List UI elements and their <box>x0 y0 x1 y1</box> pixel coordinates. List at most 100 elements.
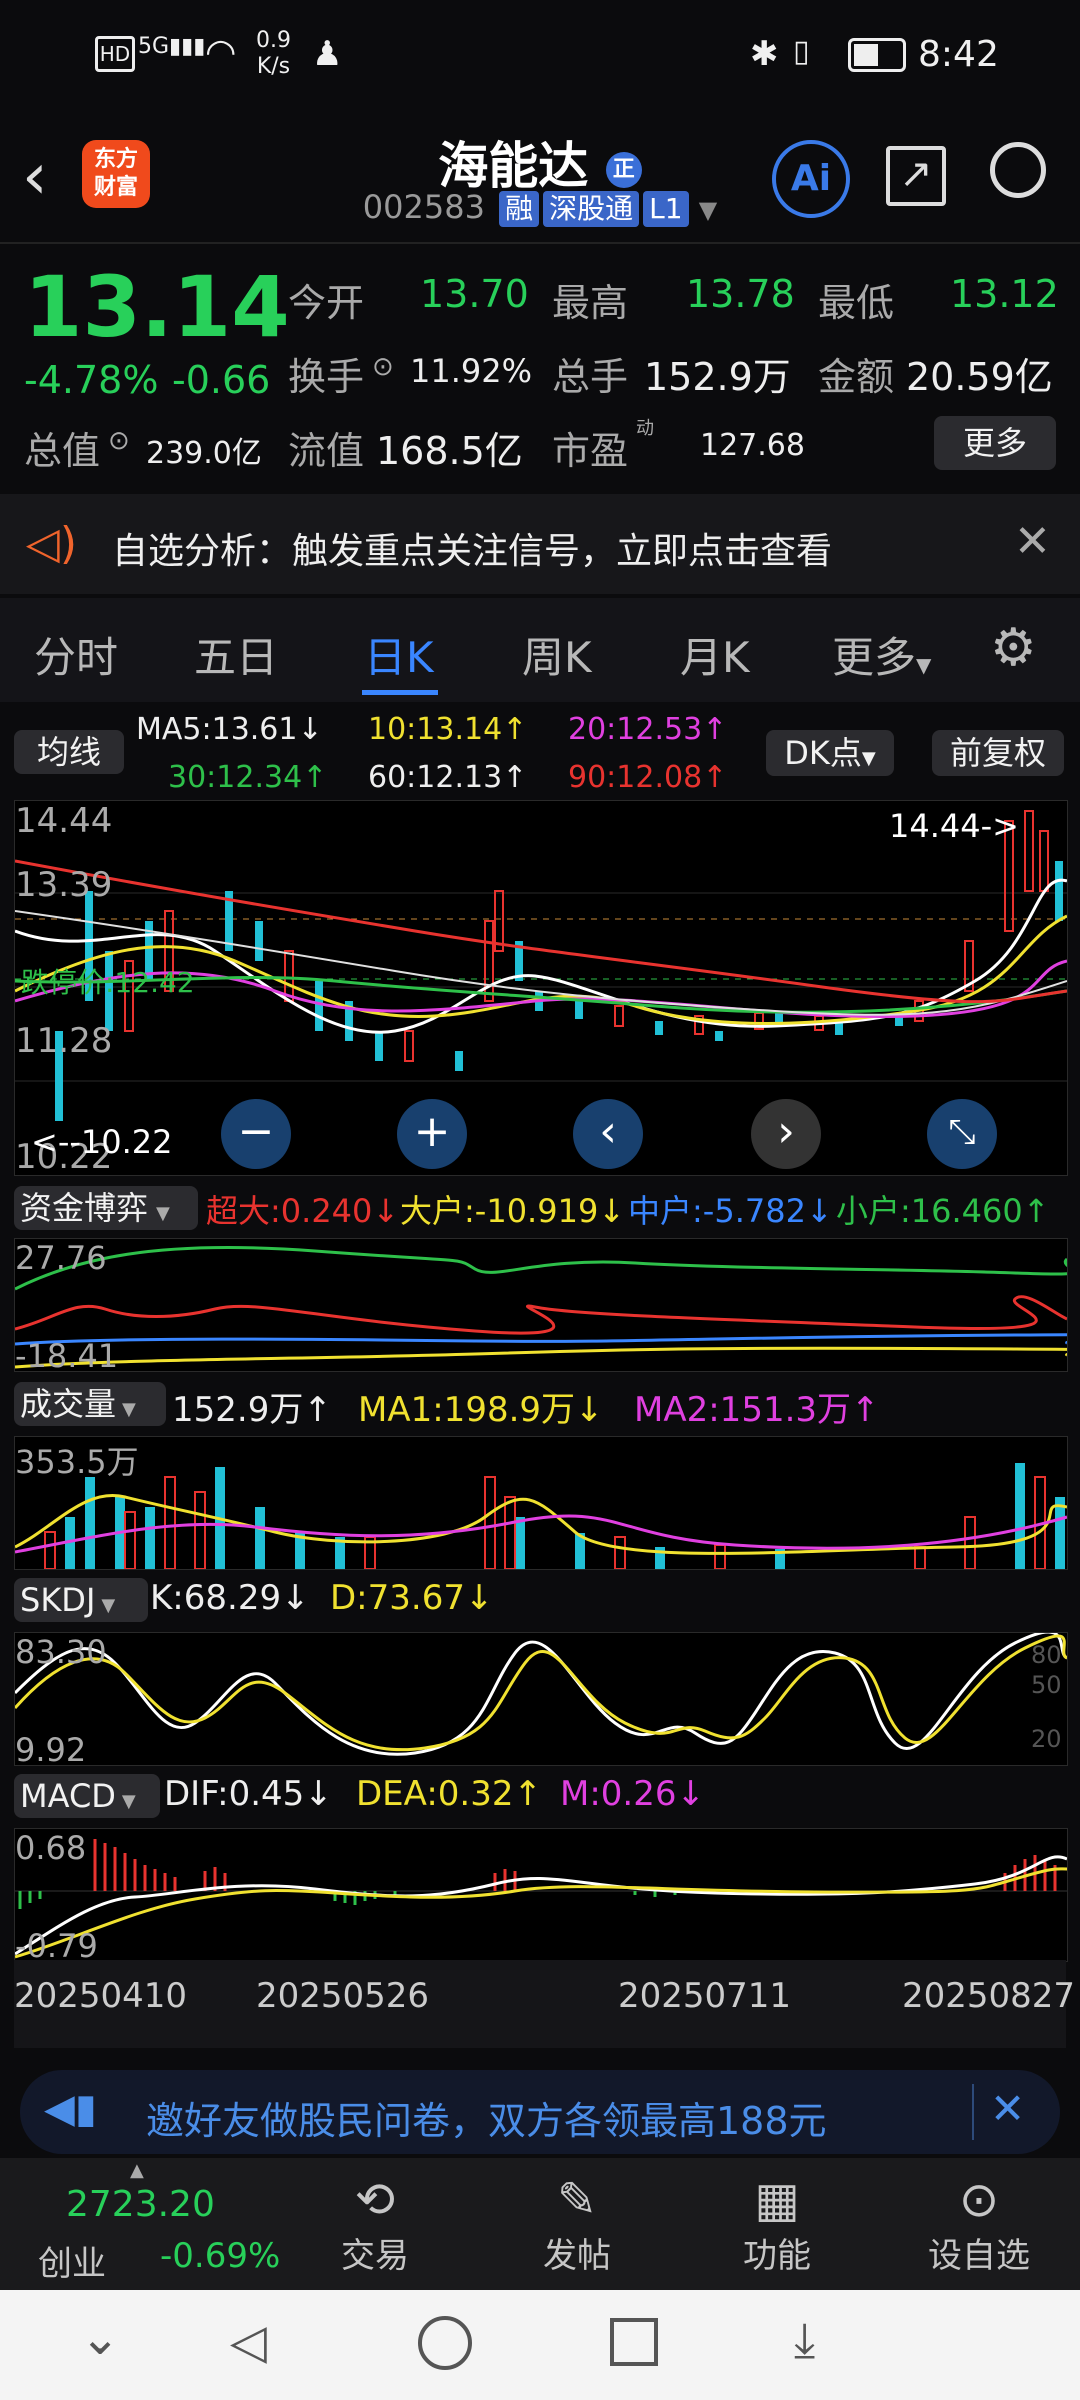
low-value: 13.12 <box>950 272 1059 316</box>
ma-selector[interactable]: 均线 <box>14 730 124 774</box>
tab-daily-k[interactable]: 日K <box>364 624 434 685</box>
fullscreen-icon[interactable]: ⤡ <box>927 1099 997 1169</box>
skdj-chart[interactable]: 83.30 9.92 80 50 20 <box>13 1630 1068 1769</box>
pe-label: 市盈 <box>552 429 629 473</box>
change-amount: -0.66 <box>172 358 271 402</box>
back-triangle-icon[interactable]: ◁ <box>230 2314 267 2370</box>
banner-divider <box>972 2084 974 2140</box>
ma-selector-label: 均线 <box>36 733 101 771</box>
fund-flow-selector[interactable]: 资金博弈 ▼ <box>14 1186 198 1230</box>
status-bar: HD 5G▮▮▮ ◠ 0.9 K/s ♟ ✱ ▯ 8:42 <box>0 0 1080 110</box>
ma90-legend: 90:12.08↑ <box>568 760 728 795</box>
close-icon[interactable]: ✕ <box>1014 516 1051 567</box>
network-speed: 0.9 K/s <box>256 28 291 80</box>
more-button[interactable]: 更多 <box>934 416 1056 470</box>
scroll-right-button[interactable]: › <box>751 1099 821 1169</box>
info-icon[interactable]: ⊙ <box>108 426 130 456</box>
notice-bar[interactable]: ◁) 自选分析：触发重点关注信号，立即点击查看 ✕ <box>0 494 1080 594</box>
volume-selector-label: 成交量 <box>20 1385 117 1423</box>
invite-banner[interactable]: ◀▮ 邀好友做股民问卷，双方各领最高188元 ✕ <box>20 2070 1060 2154</box>
battery-icon <box>848 38 906 72</box>
close-icon[interactable]: ✕ <box>990 2084 1025 2133</box>
tab-more[interactable]: 更多▼ <box>832 624 931 685</box>
info-icon[interactable]: ⊙ <box>372 352 394 382</box>
download-icon[interactable]: ⤓ <box>794 2312 815 2369</box>
skdj-selector[interactable]: SKDJ ▼ <box>14 1578 148 1622</box>
kline-chart[interactable]: 14.44 13.39 11.28 10.22 跌停价:12.42 14.44-… <box>14 800 1068 1177</box>
volume-label: 总手 <box>552 355 629 399</box>
more-circle-icon: ⊙ <box>958 2172 1000 2228</box>
zoom-in-button[interactable]: + <box>397 1099 467 1169</box>
skdj-svg <box>13 1630 1068 1756</box>
network-speed-unit: K/s <box>256 54 291 79</box>
date-label-1: 20250410 <box>14 1976 188 2016</box>
skdj-y-top: 83.30 <box>15 1633 107 1671</box>
scroll-left-button[interactable]: ‹ <box>573 1099 643 1169</box>
volume-legend: 152.9万↑ <box>172 1390 332 1430</box>
macd-selector[interactable]: MACD ▼ <box>14 1774 160 1818</box>
caret-down-icon: ▼ <box>916 653 932 677</box>
skdj-k-legend: K:68.29↓ <box>150 1578 310 1618</box>
mid-legend: 中户:-5.782↓ <box>628 1192 833 1230</box>
index-value: 2723.20 <box>66 2184 215 2225</box>
dk-point-button[interactable]: DK点▼ <box>766 730 894 776</box>
recents-icon[interactable] <box>610 2318 658 2366</box>
add-watchlist-button[interactable]: ⊙ 设自选 <box>914 2172 1044 2277</box>
volume-chart[interactable]: 353.5万 <box>14 1436 1068 1570</box>
tab-five-day[interactable]: 五日 <box>194 624 278 685</box>
wifi-icon: ◠ <box>205 32 237 73</box>
ma10-legend: 10:13.14↑ <box>368 712 528 747</box>
fund-flow-svg <box>14 1245 1080 1369</box>
post-label: 发帖 <box>543 2236 611 2276</box>
ai-button[interactable]: Ai <box>772 140 850 218</box>
volume-ma2-legend: MA2:151.3万↑ <box>634 1390 880 1430</box>
macd-svg <box>14 1839 1068 1959</box>
dk-point-label: DK点 <box>784 734 862 772</box>
zoom-out-button[interactable]: − <box>221 1099 291 1169</box>
volume-selector[interactable]: 成交量 ▼ <box>14 1382 166 1426</box>
functions-button[interactable]: ▦ 功能 <box>712 2172 842 2277</box>
fund-flow-selector-label: 资金博弈 <box>20 1189 149 1227</box>
total-mv-value: 239.0亿 <box>146 436 262 471</box>
index-ticker[interactable]: ▲ 2723.20 创业 -0.69% <box>0 2158 280 2290</box>
badge-level[interactable]: L1 <box>643 191 689 227</box>
index-change: -0.69% <box>160 2236 281 2276</box>
trade-button[interactable]: ⟲ 交易 <box>310 2172 440 2277</box>
stock-name-text: 海能达 <box>438 137 589 195</box>
float-mv-label: 流值 <box>288 429 365 473</box>
macd-dea-legend: DEA:0.32↑ <box>356 1774 542 1814</box>
search-icon[interactable] <box>990 142 1046 198</box>
functions-label: 功能 <box>743 2236 811 2276</box>
fund-flow-chart[interactable]: 27.76 -18.41 <box>14 1238 1080 1375</box>
limit-down-label: 跌停价:12.42 <box>21 966 195 999</box>
date-label-4: 20250827 <box>902 1976 1076 2016</box>
fund-flow-y-bottom: -18.41 <box>15 1337 119 1375</box>
min-price-marker: <--10.22 <box>31 1123 173 1161</box>
caret-up-icon: ▲ <box>130 2160 144 2181</box>
share-icon[interactable]: ↗ <box>886 146 946 206</box>
volume-y-top: 353.5万 <box>15 1443 139 1481</box>
skdj-y-bottom: 9.92 <box>15 1731 87 1769</box>
system-nav-bar: ⌄ ◁ ⤓ <box>0 2290 1080 2400</box>
ma60-legend: 60:12.13↑ <box>368 760 528 795</box>
settings-gear-icon[interactable]: ⚙ <box>990 618 1037 678</box>
tab-indicator <box>362 690 438 695</box>
high-value: 13.78 <box>686 272 795 316</box>
tab-more-label: 更多 <box>832 633 917 682</box>
yen-cycle-icon: ⟲ <box>354 2172 396 2228</box>
megaphone-icon: ◀▮ <box>44 2086 97 2132</box>
y-axis-top: 14.44 <box>15 801 113 841</box>
tab-weekly-k[interactable]: 周K <box>522 624 592 685</box>
adjust-button[interactable]: 前复权 <box>932 730 1064 776</box>
chevron-down-icon[interactable]: ⌄ <box>80 2310 120 2366</box>
post-button[interactable]: ✎ 发帖 <box>512 2172 642 2277</box>
stock-code: 002583 <box>362 188 485 226</box>
pe-superscript: 动 <box>636 418 654 439</box>
macd-chart[interactable]: 0.68 -0.79 <box>14 1828 1068 1965</box>
home-icon[interactable] <box>418 2316 472 2370</box>
tab-intraday[interactable]: 分时 <box>34 624 118 685</box>
chevron-down-icon[interactable]: ▼ <box>699 196 717 224</box>
clock: 8:42 <box>918 34 999 75</box>
tab-monthly-k[interactable]: 月K <box>680 624 750 685</box>
trade-label: 交易 <box>341 2236 409 2276</box>
